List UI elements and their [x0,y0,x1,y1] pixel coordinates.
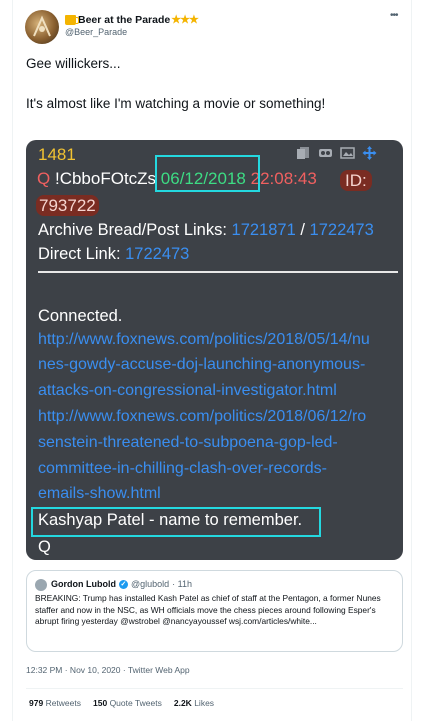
move-icon [362,146,377,160]
quoted-tweet[interactable]: Gordon Lubold ✓ @glubold · 11h BREAKING:… [26,570,403,652]
quoted-body: BREAKING: Trump has installed Kash Patel… [35,593,381,626]
tweet-text-line1: Gee willickers... [26,56,121,71]
beer-icon [65,14,79,25]
likes-count: 2.2K [173,698,192,708]
author-avatar[interactable] [25,10,59,44]
url-line: attacks-on-congressional-investigator.ht… [38,382,337,399]
likes-label: Likes [194,698,215,708]
star-icons: ★★★ [171,14,199,26]
quoted-avatar [35,579,47,591]
connected-text: Connected. [38,307,123,325]
post-time: 22:08:43 [250,169,317,188]
tripcode: !CbboFOtcZs [54,169,157,188]
author-display-name: Beer at the Parade [78,13,171,26]
tweet-stats: 979 Retweets 150 Quote Tweets 2.2K Likes [29,698,214,708]
quoted-header: Gordon Lubold ✓ @glubold · 11h [51,579,192,589]
url-line: http://www.foxnews.com/politics/2018/05/… [38,331,370,348]
archive-link-2: 1722473 [309,221,374,239]
retweets-count: 979 [29,698,44,708]
quotes-label: Quote Tweets [109,698,162,708]
image-toolbar [296,146,377,160]
url-line: committee-in-chilling-clash-over-records… [38,460,327,477]
post-number: 1481 [38,145,76,164]
retweets-label: Retweets [45,698,81,708]
archive-label: Archive Bread/Post Links: [38,221,227,239]
url-line: nes-gowdy-accuse-doj-launching-anonymous… [38,356,366,373]
verified-icon: ✓ [118,579,128,589]
q-label: Q [37,169,51,188]
copy-icon [297,147,309,159]
date-highlight-box [155,155,260,192]
direct-link: 1722473 [125,245,190,263]
tweet-meta[interactable]: 12:32 PM · Nov 10, 2020 · Twitter Web Ap… [26,665,190,675]
url-line: http://www.foxnews.com/politics/2018/06/… [38,408,367,425]
direct-label: Direct Link: [38,245,121,263]
quoted-handle: @glubold [130,579,170,589]
quotes-count: 150 [93,698,108,708]
tweet-text-line2: It's almost like I'm watching a movie or… [26,96,326,111]
archive-link-1: 1721871 [231,221,296,239]
divider [26,688,403,689]
author-handle[interactable]: @Beer_Parade [65,27,127,37]
vr-icon [319,149,332,157]
image-icon [340,147,355,159]
attached-image[interactable]: 1481 Q !CbboFOtcZs 06/12/2018 22:08:43 I… [26,140,403,560]
likes-stat[interactable]: 2.2K Likes [174,698,214,708]
retweets-stat[interactable]: 979 Retweets [29,698,81,708]
url-line: emails-show.html [38,485,161,502]
more-options-icon[interactable]: ••• [390,10,398,21]
quotes-stat[interactable]: 150 Quote Tweets [93,698,162,708]
quoted-time: · 11h [172,579,193,589]
id-value: 793722 [36,195,99,216]
q-signature: Q [38,538,51,556]
divider [38,271,398,273]
url-line: senstein-threatened-to-subpoena-gop-led- [38,434,338,451]
quoted-name: Gordon Lubold [51,579,116,589]
archive-links: Archive Bread/Post Links: 1721871 / 1722… [38,221,374,240]
id-label: ID: [340,170,372,191]
direct-link-row: Direct Link: 1722473 [38,245,189,264]
author-name[interactable]: Beer at the Parade ★★★ [65,13,199,26]
highlighted-name: Kashyap Patel - name to remember. [38,511,303,529]
archive-separator: / [300,221,305,239]
